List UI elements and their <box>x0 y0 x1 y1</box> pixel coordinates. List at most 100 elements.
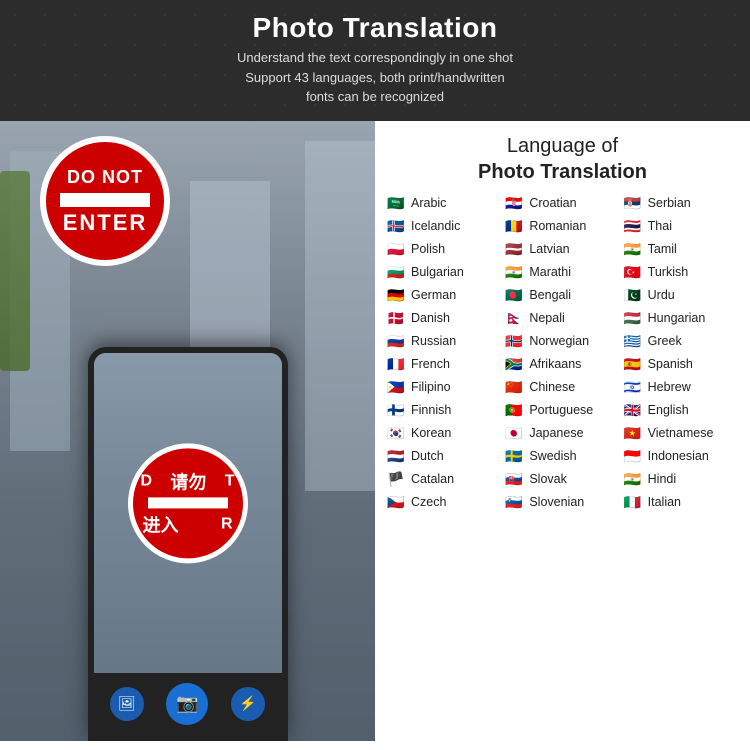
flag-afrikaans: 🇿🇦 <box>505 357 525 371</box>
lang-item-thai: 🇹🇭 Thai <box>622 216 740 236</box>
lang-name: Afrikaans <box>529 357 581 371</box>
lang-item-bulgarian: 🇧🇬 Bulgarian <box>385 262 503 282</box>
lang-item-indonesian: 🇮🇩Indonesian <box>622 446 740 466</box>
lang-item-english: 🇬🇧English <box>622 400 740 420</box>
main-content: DO NOT ENTER <box>0 121 750 741</box>
phone-char-d: D <box>141 472 153 490</box>
lang-name: Swedish <box>529 449 576 463</box>
lang-item-afrikaans: 🇿🇦 Afrikaans <box>503 354 621 374</box>
lang-name: Italian <box>648 495 681 509</box>
flag-marathi: 🇮🇳 <box>505 265 525 279</box>
lang-name: Bengali <box>529 288 571 302</box>
lightning-button[interactable]: ⚡ <box>231 687 265 721</box>
lang-name: Finnish <box>411 403 451 417</box>
lang-item-french: 🇫🇷 French <box>385 354 503 374</box>
lang-name: Czech <box>411 495 446 509</box>
flag-spanish: 🇪🇸 <box>624 357 644 371</box>
lang-item-tamil: 🇮🇳Tamil <box>622 239 740 259</box>
lang-name: Portuguese <box>529 403 593 417</box>
flag-swedish: 🇸🇪 <box>505 449 525 463</box>
language-title: Language of Photo Translation <box>385 133 740 185</box>
do-not-enter-sign: DO NOT ENTER <box>40 136 170 266</box>
flag-vietnamese: 🇻🇳 <box>624 426 644 440</box>
flag-thai: 🇹🇭 <box>624 219 644 233</box>
gallery-button[interactable]: 🖼 <box>110 687 144 721</box>
lang-item-bengali: 🇧🇩 Bengali <box>503 285 621 305</box>
lang-item-marathi: 🇮🇳 Marathi <box>503 262 621 282</box>
phone-device: D 请勿 T 进入 R <box>88 347 288 741</box>
flag-serbian: 🇷🇸 <box>624 196 644 210</box>
lang-name: Spanish <box>648 357 693 371</box>
flag-greek: 🇬🇷 <box>624 334 644 348</box>
flag-hindi: 🇮🇳 <box>624 472 644 486</box>
phone-controls: 🖼 📷 ⚡ <box>94 673 282 735</box>
flag-italian: 🇮🇹 <box>624 495 644 509</box>
lang-name: Filipino <box>411 380 451 394</box>
lang-name: Bulgarian <box>411 265 464 279</box>
flag-romanian: 🇷🇴 <box>505 219 525 233</box>
flag-german: 🇩🇪 <box>387 288 407 302</box>
flag-portuguese: 🇵🇹 <box>505 403 525 417</box>
flag-icelandic: 🇮🇸 <box>387 219 407 233</box>
flag-hebrew: 🇮🇱 <box>624 380 644 394</box>
flag-russian: 🇷🇺 <box>387 334 407 348</box>
lang-name: French <box>411 357 450 371</box>
lang-item-danish: 🇩🇰Danish <box>385 308 503 328</box>
flag-bengali: 🇧🇩 <box>505 288 525 302</box>
flag-finnish: 🇫🇮 <box>387 403 407 417</box>
lang-name: Hebrew <box>648 380 691 394</box>
flag-bulgarian: 🇧🇬 <box>387 265 407 279</box>
flag-polish: 🇵🇱 <box>387 242 407 256</box>
page-title: Photo Translation <box>20 12 730 44</box>
lang-item-arabic: 🇸🇦Arabic <box>385 193 503 213</box>
lang-item-nepali: 🇳🇵 Nepali <box>503 308 621 328</box>
lang-item-portuguese: 🇵🇹 Portuguese <box>503 400 621 420</box>
lang-item-chinese: 🇨🇳Chinese <box>503 377 621 397</box>
lang-name: Catalan <box>411 472 454 486</box>
flag-japanese: 🇯🇵 <box>505 426 525 440</box>
lang-item-swedish: 🇸🇪 Swedish <box>503 446 621 466</box>
lang-name: Serbian <box>648 196 691 210</box>
lang-name: Arabic <box>411 196 446 210</box>
flag-danish: 🇩🇰 <box>387 311 407 325</box>
lang-name: Marathi <box>529 265 571 279</box>
flag-turkish: 🇹🇷 <box>624 265 644 279</box>
lang-item-hindi: 🇮🇳 Hindi <box>622 469 740 489</box>
flag-catalan: 🏴 <box>387 472 407 486</box>
street-background: DO NOT ENTER <box>0 121 375 741</box>
lang-name: Dutch <box>411 449 444 463</box>
lang-item-hungarian: 🇭🇺Hungarian <box>622 308 740 328</box>
right-panel: Language of Photo Translation 🇸🇦Arabic🇭🇷… <box>375 121 750 741</box>
camera-button[interactable]: 📷 <box>166 683 208 725</box>
flag-french: 🇫🇷 <box>387 357 407 371</box>
lang-name: Chinese <box>529 380 575 394</box>
lang-item-finnish: 🇫🇮 Finnish <box>385 400 503 420</box>
lang-name: Tamil <box>648 242 677 256</box>
language-grid: 🇸🇦Arabic🇭🇷Croatian🇷🇸 Serbian 🇮🇸Icelandic🇷🇴… <box>385 193 740 512</box>
phone-char-r: R <box>221 515 233 533</box>
lang-name: German <box>411 288 456 302</box>
lang-name: English <box>648 403 689 417</box>
lang-item-urdu: 🇵🇰Urdu <box>622 285 740 305</box>
lang-name: Nepali <box>529 311 564 325</box>
lang-item-icelandic: 🇮🇸Icelandic <box>385 216 503 236</box>
lang-item-romanian: 🇷🇴Romanian <box>503 216 621 236</box>
lang-item-dutch: 🇳🇱 Dutch <box>385 446 503 466</box>
lang-item-hebrew: 🇮🇱 Hebrew <box>622 377 740 397</box>
lang-name: Polish <box>411 242 445 256</box>
flag-nepali: 🇳🇵 <box>505 311 525 325</box>
lang-item-croatian: 🇭🇷Croatian <box>503 193 621 213</box>
lang-item-norwegian: 🇳🇴Norwegian <box>503 331 621 351</box>
lang-name: Norwegian <box>529 334 589 348</box>
lang-item-slovenian: 🇸🇮Slovenian <box>503 492 621 512</box>
lang-item-latvian: 🇱🇻Latvian <box>503 239 621 259</box>
subtitle: Understand the text correspondingly in o… <box>20 48 730 107</box>
flag-dutch: 🇳🇱 <box>387 449 407 463</box>
lang-item-spanish: 🇪🇸 Spanish <box>622 354 740 374</box>
lang-name: Vietnamese <box>648 426 714 440</box>
lang-item-filipino: 🇵🇭Filipino <box>385 377 503 397</box>
lang-name: Hindi <box>648 472 677 486</box>
lang-name: Thai <box>648 219 672 233</box>
lang-item-korean: 🇰🇷Korean <box>385 423 503 443</box>
flag-korean: 🇰🇷 <box>387 426 407 440</box>
